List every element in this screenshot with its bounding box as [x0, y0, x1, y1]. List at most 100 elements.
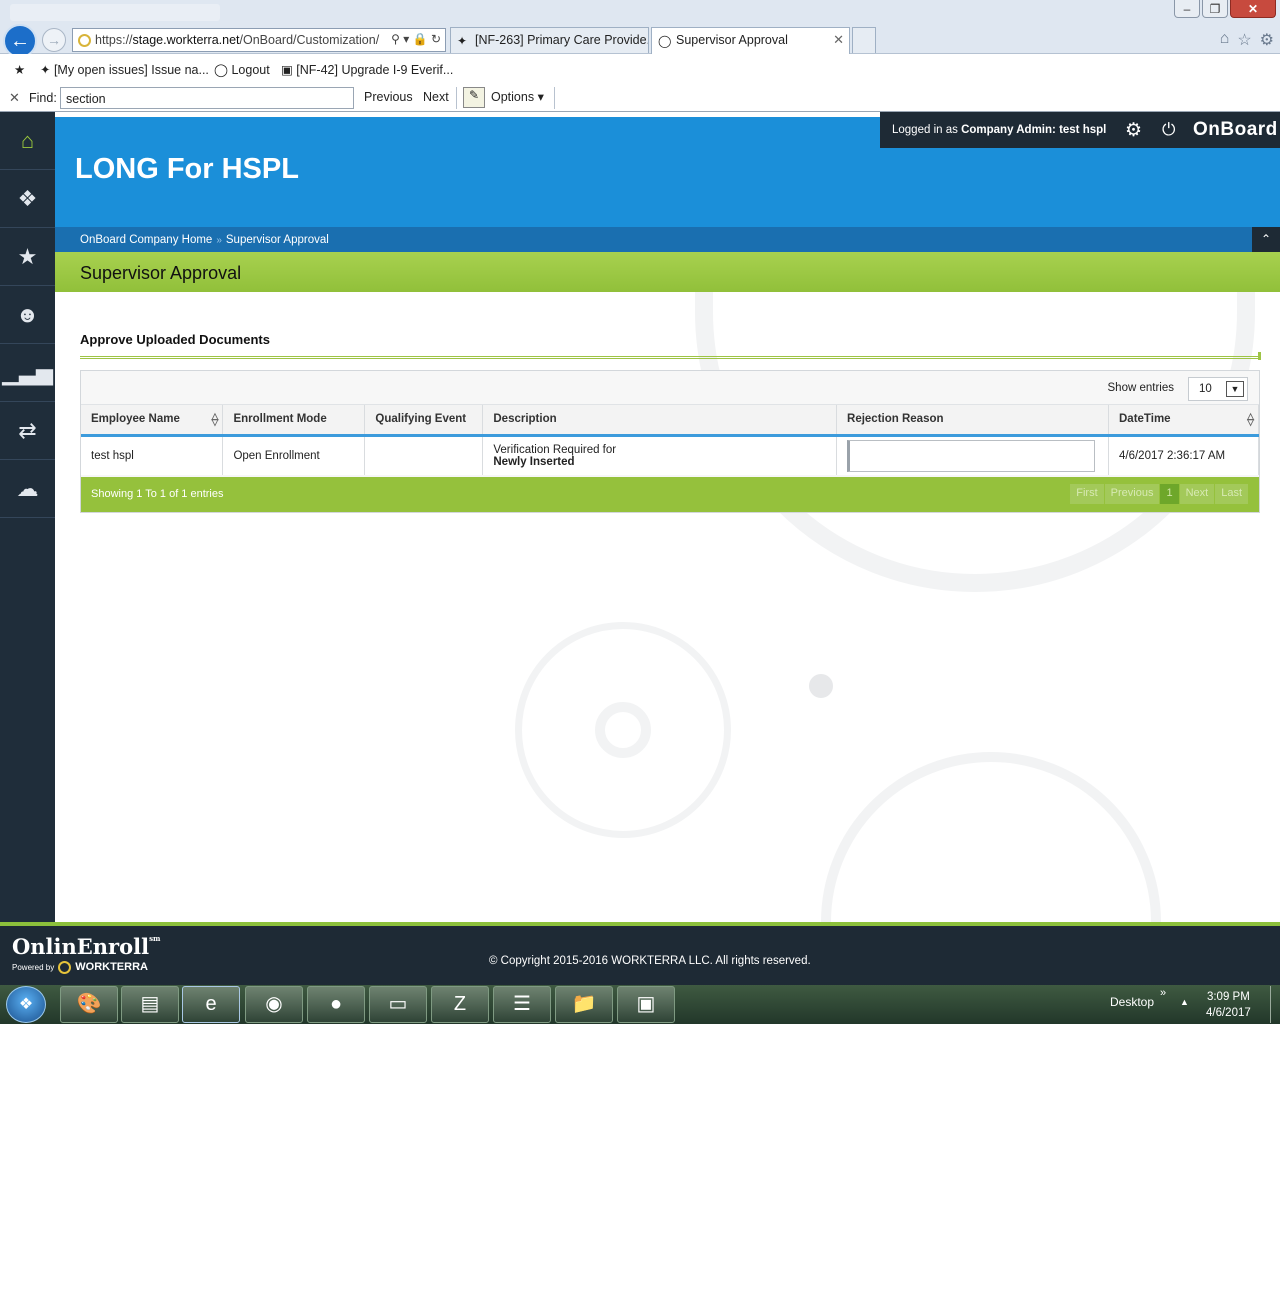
- column-qualifying-event: Qualifying Event: [364, 405, 484, 437]
- restore-button[interactable]: ❐: [1202, 0, 1228, 18]
- forward-button[interactable]: →: [42, 28, 66, 52]
- tab-primary-care[interactable]: ✦ [NF-263] Primary Care Provide...: [450, 27, 649, 53]
- favorite-logout[interactable]: ◯ Logout: [214, 62, 270, 77]
- toolbar-expand-icon[interactable]: »: [1160, 987, 1166, 999]
- page-title-bar: Supervisor Approval: [55, 252, 1280, 292]
- background-decoration: [821, 752, 1161, 922]
- page-title: Supervisor Approval: [80, 263, 242, 283]
- background-decoration: [809, 674, 833, 698]
- tab-supervisor-approval[interactable]: ◯ Supervisor Approval ✕: [651, 27, 850, 54]
- powered-by: Powered by WORKTERRA: [12, 961, 148, 975]
- table-row: test hspl Open Enrollment Verification R…: [81, 435, 1259, 475]
- favorite-label: [My open issues] Issue na...: [53, 63, 209, 77]
- logo-mark: sm: [149, 934, 161, 943]
- entries-info: Showing 1 To 1 of 1 entries: [91, 488, 224, 500]
- sidebar-user-icon[interactable]: ☻: [0, 286, 55, 344]
- breadcrumb-home-link[interactable]: OnBoard Company Home: [80, 234, 212, 246]
- table-header-row: Employee Name △ ▽ Enrollment Mode Qualifyi…: [81, 405, 1259, 437]
- show-entries-value: 10: [1199, 383, 1212, 395]
- gear-icon[interactable]: ⚙: [1125, 119, 1142, 142]
- minimize-button[interactable]: –: [1174, 0, 1200, 18]
- taskbar-explorer-icon[interactable]: 📁: [555, 986, 613, 1023]
- add-favorites-icon[interactable]: ★: [14, 62, 25, 77]
- lock-icon[interactable]: 🔒: [413, 32, 428, 46]
- power-icon[interactable]: ⏻: [1162, 120, 1175, 140]
- find-next-button[interactable]: Next: [423, 90, 449, 104]
- column-datetime[interactable]: DateTime △ ▽: [1108, 405, 1259, 437]
- sidebar-transfer-icon[interactable]: ⇄: [0, 402, 55, 460]
- logged-in-prefix: Logged in as: [892, 124, 958, 136]
- site-favicon-icon: ◯: [658, 34, 672, 48]
- sidebar-puzzle-icon[interactable]: ❖: [0, 170, 55, 228]
- tab-label: Supervisor Approval: [676, 33, 788, 47]
- taskbar-firefox-icon[interactable]: ●: [307, 986, 365, 1023]
- address-tools: ⚲ ▾ 🔒 ↻: [391, 32, 441, 46]
- pager-next-button[interactable]: Next: [1179, 484, 1215, 504]
- url-host: stage.workterra.net: [132, 33, 240, 47]
- taskbar-z-icon[interactable]: Z: [431, 986, 489, 1023]
- taskbar-notes-icon[interactable]: ▤: [121, 986, 179, 1023]
- show-entries-select[interactable]: 10 ▼: [1188, 377, 1248, 401]
- tab-label: [NF-263] Primary Care Provide...: [475, 33, 649, 47]
- description-line2: Newly Inserted: [493, 455, 575, 468]
- new-tab-button[interactable]: [852, 27, 876, 53]
- window-controls: – ❐ ✕: [1174, 0, 1276, 18]
- start-button[interactable]: ❖: [6, 986, 46, 1023]
- window-title-ghost: [10, 4, 220, 21]
- column-employee-name[interactable]: Employee Name △ ▽: [81, 405, 224, 437]
- pager-page-1[interactable]: 1: [1160, 484, 1179, 504]
- pager-last-button[interactable]: Last: [1215, 484, 1248, 504]
- system-clock[interactable]: 3:09 PM 4/6/2017: [1206, 989, 1251, 1021]
- rejection-reason-input[interactable]: [847, 439, 1096, 472]
- desktop-toolbar-label[interactable]: Desktop: [1110, 995, 1154, 1009]
- sort-icon: △ ▽: [211, 411, 219, 427]
- favorite-my-open-issues[interactable]: ✦ [My open issues] Issue na...: [40, 62, 209, 77]
- taskbar-sticky-notes-icon[interactable]: ▭: [369, 986, 427, 1023]
- copyright: © Copyright 2015-2016 WORKTERRA LLC. All…: [489, 955, 811, 967]
- favorite-upgrade-i9[interactable]: ▣ [NF-42] Upgrade I-9 Everif...: [281, 62, 453, 77]
- favorite-label: [NF-42] Upgrade I-9 Everif...: [296, 63, 454, 77]
- sidebar-user-star-icon[interactable]: ★: [0, 228, 55, 286]
- back-button[interactable]: ←: [3, 24, 37, 58]
- sidebar-home-icon[interactable]: ⌂: [0, 112, 55, 170]
- ie-page-icon: ▣: [281, 63, 297, 77]
- sidebar-chart-icon[interactable]: ▁▃▅: [0, 344, 55, 402]
- address-bar[interactable]: https://stage.workterra.net/OnBoard/Cust…: [72, 28, 446, 52]
- grid-footer: Showing 1 To 1 of 1 entries First Previo…: [81, 477, 1259, 512]
- column-label: Enrollment Mode: [233, 413, 327, 426]
- user-role: Company Admin:: [961, 124, 1056, 136]
- pager-previous-button[interactable]: Previous: [1104, 484, 1160, 504]
- taskbar-paint-icon[interactable]: 🎨: [60, 986, 118, 1023]
- clock-date: 4/6/2017: [1206, 1007, 1251, 1019]
- settings-gear-icon[interactable]: ⚙: [1260, 30, 1274, 50]
- pager-first-button[interactable]: First: [1070, 484, 1104, 504]
- taskbar-window-icon[interactable]: ▣: [617, 986, 675, 1023]
- screen: – ❐ ✕ ← → https://stage.workterra.net/On…: [0, 0, 1280, 1294]
- close-window-button[interactable]: ✕: [1230, 0, 1276, 18]
- dropdown-icon[interactable]: ▾: [403, 32, 409, 46]
- find-previous-button[interactable]: Previous: [364, 90, 413, 104]
- sidebar-chat-icon[interactable]: ☁: [0, 460, 55, 518]
- background-decoration: [595, 702, 651, 758]
- search-icon[interactable]: ⚲: [391, 32, 400, 46]
- find-input[interactable]: section: [60, 87, 354, 109]
- close-tab-icon[interactable]: ✕: [833, 32, 844, 48]
- breadcrumb-current[interactable]: Supervisor Approval: [226, 234, 329, 246]
- favorites-bar: ★ ✦ [My open issues] Issue na... ◯ Logou…: [0, 54, 1280, 84]
- browser-toolbar-icons: ⌂ ☆ ⚙: [1220, 30, 1274, 50]
- section-divider: [80, 352, 1261, 360]
- close-find-icon[interactable]: ✕: [9, 90, 20, 106]
- logged-in-text: Logged in as Company Admin: test hspl: [892, 124, 1106, 136]
- taskbar-ie-icon[interactable]: e: [182, 986, 240, 1023]
- find-options-button[interactable]: ✎ Options ▾: [461, 86, 544, 109]
- refresh-icon[interactable]: ↻: [431, 32, 441, 46]
- favorites-star-icon[interactable]: ☆: [1237, 30, 1251, 50]
- show-desktop-button[interactable]: [1270, 986, 1280, 1023]
- tray-overflow-icon[interactable]: ▲: [1180, 997, 1189, 1007]
- taskbar-documents-icon[interactable]: ☰: [493, 986, 551, 1023]
- taskbar-chrome-icon[interactable]: ◉: [245, 986, 303, 1023]
- company-name: LONG For HSPL: [75, 153, 299, 185]
- home-icon[interactable]: ⌂: [1220, 30, 1230, 50]
- breadcrumb: OnBoard Company Home » Supervisor Approval…: [55, 227, 1280, 252]
- collapse-header-button[interactable]: ⌃: [1252, 227, 1280, 252]
